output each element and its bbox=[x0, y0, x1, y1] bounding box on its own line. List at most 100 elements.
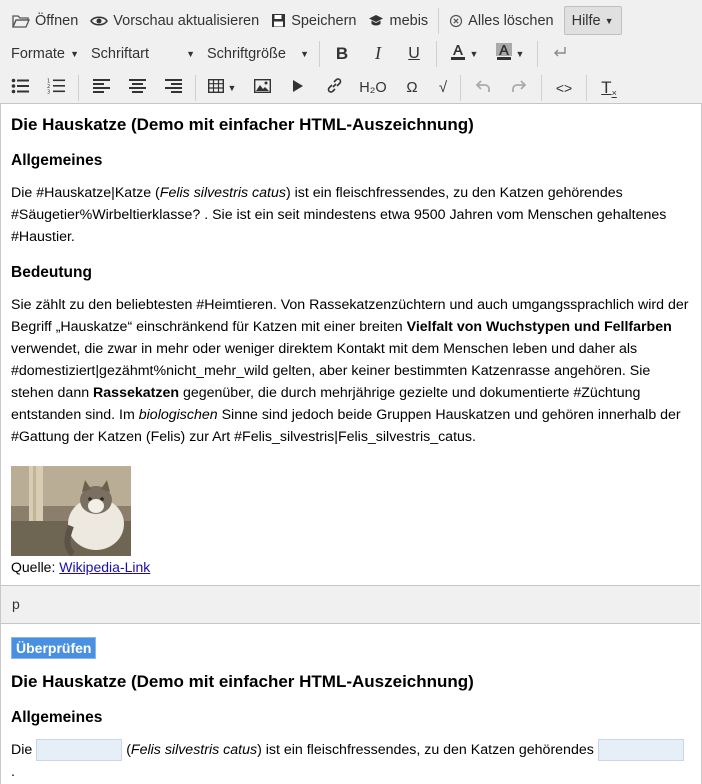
formula-button[interactable]: √ bbox=[430, 74, 456, 102]
italic-icon: I bbox=[375, 43, 381, 63]
subscript-icon: H₂O bbox=[359, 79, 387, 96]
undo-button[interactable] bbox=[465, 74, 501, 102]
italic-button[interactable]: I bbox=[360, 40, 396, 68]
open-label: Öffnen bbox=[35, 12, 79, 29]
clear-circle-icon bbox=[449, 14, 463, 28]
caret-down-icon: ▼ bbox=[300, 48, 309, 59]
redo-icon bbox=[511, 79, 527, 97]
folder-open-icon bbox=[12, 14, 30, 28]
text-color-button[interactable]: ▼ bbox=[441, 40, 487, 68]
mebis-button[interactable]: mebis bbox=[362, 7, 434, 35]
latin-name: Felis silvestris catus bbox=[130, 742, 258, 758]
subscript-button[interactable]: H₂O bbox=[352, 74, 394, 102]
image-button[interactable] bbox=[244, 74, 280, 102]
align-left-button[interactable] bbox=[83, 74, 119, 102]
preview-title: Die Hauskatze (Demo mit einfacher HTML-A… bbox=[11, 672, 474, 691]
numbered-list-button[interactable]: 123 bbox=[38, 74, 74, 102]
redo-button[interactable] bbox=[501, 74, 537, 102]
latin-name: Felis silvestris catus bbox=[159, 185, 286, 201]
bold-button[interactable]: B bbox=[324, 40, 360, 68]
paragraph-text: Die #Hauskatze|Katze ( bbox=[11, 185, 160, 201]
gap-input[interactable] bbox=[597, 739, 684, 762]
paragraph-text: ) ist ein fleischfressendes, zu den Katz… bbox=[257, 742, 594, 758]
toolbar-separator bbox=[541, 74, 542, 101]
align-right-button[interactable] bbox=[155, 74, 191, 102]
source-code-button[interactable]: <> bbox=[546, 74, 582, 102]
toolbar-separator bbox=[319, 40, 320, 67]
floppy-disk-icon bbox=[271, 13, 286, 28]
section-heading-allgemeines: Allgemeines bbox=[11, 152, 103, 169]
caret-down-icon: ▼ bbox=[186, 48, 195, 59]
caret-down-icon: ▼ bbox=[515, 48, 525, 59]
font-size-dropdown[interactable]: Schriftgröße ▼ bbox=[201, 40, 315, 68]
align-center-icon bbox=[128, 78, 146, 97]
formats-dropdown[interactable]: Formate ▼ bbox=[5, 40, 85, 68]
editor-content[interactable]: Die Hauskatze (Demo mit einfacher HTML-A… bbox=[1, 104, 700, 584]
play-icon bbox=[292, 79, 304, 97]
italic-text: biologischen bbox=[138, 407, 218, 423]
preview-button[interactable]: Vorschau aktualisieren bbox=[84, 7, 265, 35]
align-center-button[interactable] bbox=[119, 74, 155, 102]
help-label: Hilfe bbox=[571, 12, 601, 29]
hard-break-button[interactable] bbox=[542, 40, 578, 68]
preview-section-heading: Allgemeines bbox=[11, 709, 103, 726]
bold-text: Vielfalt von Wuchstypen und Fellfarben bbox=[406, 319, 672, 335]
open-button[interactable]: Öffnen bbox=[6, 7, 84, 35]
bullet-list-button[interactable] bbox=[2, 74, 38, 102]
cat-photo[interactable] bbox=[11, 466, 131, 557]
toolbar-separator bbox=[586, 74, 587, 101]
underline-button[interactable]: U bbox=[396, 40, 432, 68]
omega-icon: Ω bbox=[406, 79, 418, 96]
document-title: Die Hauskatze (Demo mit einfacher HTML-A… bbox=[11, 115, 474, 134]
status-bar: p bbox=[1, 585, 700, 624]
element-path[interactable]: p bbox=[12, 596, 20, 612]
toolbar-row-2: Formate ▼ Schriftart ▼ Schriftgröße ▼ B … bbox=[0, 37, 578, 70]
graduation-cap-icon bbox=[368, 14, 384, 27]
paragraph-text: Die bbox=[11, 742, 33, 758]
wikipedia-link[interactable]: Wikipedia-Link bbox=[59, 559, 150, 575]
toolbar-row-1: Öffnen Vorschau aktualisieren Speichern … bbox=[0, 4, 622, 37]
toolbar-separator bbox=[537, 40, 538, 67]
clear-all-label: Alles löschen bbox=[468, 12, 554, 29]
check-button[interactable]: Überprüfen bbox=[11, 637, 97, 659]
mebis-label: mebis bbox=[389, 12, 429, 29]
font-family-label: Schriftart bbox=[91, 45, 150, 62]
background-color-icon bbox=[495, 42, 512, 65]
clear-formatting-button[interactable]: T × bbox=[591, 74, 627, 102]
source-label: Quelle: bbox=[11, 559, 60, 575]
background-color-button[interactable]: ▼ bbox=[487, 40, 533, 68]
link-button[interactable] bbox=[316, 74, 352, 102]
text-color-icon bbox=[450, 43, 466, 65]
caret-down-icon: ▼ bbox=[227, 82, 237, 93]
return-arrow-icon bbox=[553, 45, 567, 62]
source-line: Quelle: Wikipedia-Link bbox=[11, 556, 690, 578]
clear-all-button[interactable]: Alles löschen bbox=[443, 7, 559, 35]
toolbar: Öffnen Vorschau aktualisieren Speichern … bbox=[0, 0, 702, 104]
eye-icon bbox=[90, 15, 109, 27]
paragraph-allgemeines: Die #Hauskatze|Katze (Felis silvestris c… bbox=[11, 182, 690, 248]
save-button[interactable]: Speichern bbox=[265, 7, 362, 35]
bold-icon: B bbox=[335, 43, 349, 63]
preview-pane: Überprüfen Die Hauskatze (Demo mit einfa… bbox=[1, 624, 700, 783]
section-heading-bedeutung: Bedeutung bbox=[11, 264, 92, 281]
caret-down-icon: ▼ bbox=[604, 15, 614, 26]
bullet-list-icon bbox=[11, 78, 29, 98]
sqrt-icon: √ bbox=[438, 79, 448, 96]
special-character-button[interactable]: Ω bbox=[394, 74, 430, 102]
svg-text:3: 3 bbox=[47, 89, 50, 94]
help-menu-button[interactable]: Hilfe ▼ bbox=[563, 6, 622, 35]
paragraph-bedeutung: Sie zählt zu den beliebtesten #Heimtiere… bbox=[11, 294, 690, 448]
media-button[interactable] bbox=[280, 74, 316, 102]
caret-down-icon: ▼ bbox=[70, 48, 79, 59]
clear-formatting-icon: T bbox=[601, 77, 612, 97]
image-icon bbox=[253, 78, 271, 97]
save-label: Speichern bbox=[291, 12, 357, 29]
code-icon: <> bbox=[555, 79, 573, 96]
toolbar-separator bbox=[438, 7, 440, 34]
font-family-dropdown[interactable]: Schriftart ▼ bbox=[85, 40, 201, 68]
gap-input[interactable] bbox=[36, 739, 123, 762]
formats-label: Formate bbox=[11, 45, 65, 62]
toolbar-separator bbox=[195, 74, 196, 101]
table-button[interactable]: ▼ bbox=[200, 74, 244, 102]
paragraph-text: . bbox=[11, 764, 15, 781]
